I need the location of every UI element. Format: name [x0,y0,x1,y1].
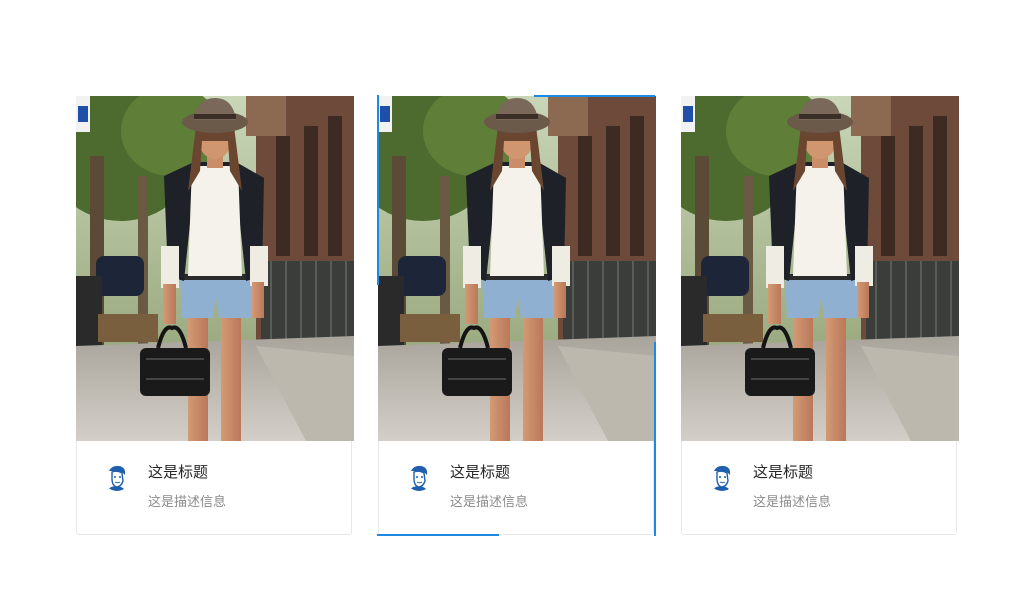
card-meta: 这是标题 这是描述信息 [77,441,351,535]
card-meta: 这是标题 这是描述信息 [682,441,956,535]
avatar-icon [708,463,736,491]
card-meta: 这是标题 这是描述信息 [379,441,653,535]
highlight-border-bottom [377,534,499,536]
card-description: 这是描述信息 [148,495,227,510]
card-description: 这是描述信息 [753,495,832,510]
avatar-icon [405,463,433,491]
highlight-border-top [534,95,655,97]
avatar-icon [103,463,131,491]
card-title: 这是标题 [450,463,511,481]
card[interactable]: 这是标题 这是描述信息 [681,96,957,535]
card-description: 这是描述信息 [450,495,529,510]
card-title: 这是标题 [148,463,209,481]
highlight-border-left [377,95,379,285]
card-cover-image [378,96,656,441]
card-title: 这是标题 [753,463,814,481]
card-cover-image [76,96,354,441]
card-cover-image [681,96,959,441]
card-highlighted[interactable]: 这是标题 这是描述信息 [378,96,654,535]
highlight-border-right [654,342,656,536]
card[interactable]: 这是标题 这是描述信息 [76,96,352,535]
